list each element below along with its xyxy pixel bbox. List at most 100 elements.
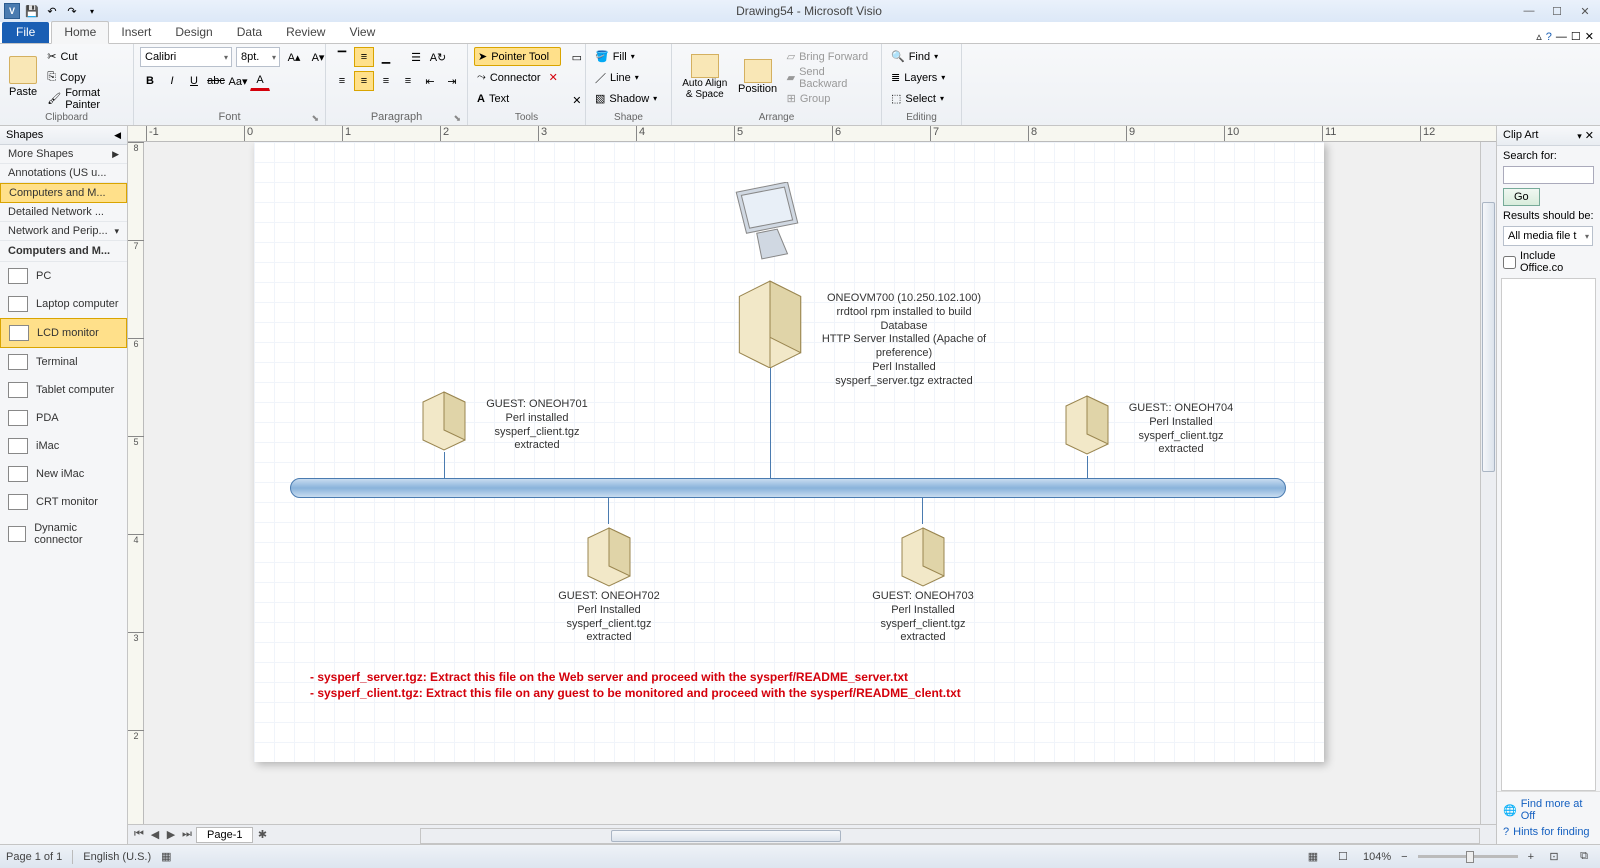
- rectangle-tool-icon[interactable]: ▭: [567, 47, 587, 67]
- canvas-viewport[interactable]: ONEOVM700 (10.250.102.100) rrdtool rpm i…: [144, 142, 1496, 824]
- font-color-icon[interactable]: A: [250, 71, 270, 91]
- stencil-detailed-network[interactable]: Detailed Network ...: [0, 203, 127, 222]
- shape-pc[interactable]: PC: [0, 262, 127, 290]
- undo-icon[interactable]: ↶: [44, 3, 60, 19]
- doc-min-icon[interactable]: —: [1556, 31, 1567, 43]
- shapes-collapse-icon[interactable]: ◀: [114, 130, 121, 141]
- underline-icon[interactable]: U: [184, 71, 204, 91]
- shape-imac[interactable]: iMac: [0, 432, 127, 460]
- shape-crt[interactable]: CRT monitor: [0, 488, 127, 516]
- paste-button[interactable]: Paste: [6, 47, 40, 107]
- align-top-icon[interactable]: ▔: [332, 47, 352, 67]
- find-button[interactable]: 🔍Find▾: [888, 47, 948, 66]
- fill-button[interactable]: 🪣Fill▾: [592, 47, 660, 66]
- media-types-combo[interactable]: All media file t: [1503, 226, 1593, 246]
- align-justify-icon[interactable]: ≡: [398, 71, 418, 91]
- guest3-text[interactable]: GUEST: ONEOH703Perl Installedsysperf_cli…: [858, 590, 988, 645]
- qat-dropdown-icon[interactable]: ▾: [84, 3, 100, 19]
- stencil-annotations[interactable]: Annotations (US u...: [0, 164, 127, 183]
- hscroll[interactable]: [420, 828, 1480, 844]
- server-main-shape[interactable]: [734, 276, 806, 368]
- zoom-thumb[interactable]: [1466, 851, 1474, 863]
- text-tool-button[interactable]: AText: [474, 89, 561, 108]
- align-left-icon[interactable]: ≡: [332, 71, 352, 91]
- strike-icon[interactable]: abc: [206, 71, 226, 91]
- minimize-icon[interactable]: —: [1518, 3, 1540, 19]
- vscroll[interactable]: [1480, 142, 1496, 824]
- shape-dyn-connector[interactable]: Dynamic connector: [0, 516, 127, 552]
- guest2-text[interactable]: GUEST: ONEOH702Perl Installedsysperf_cli…: [544, 590, 674, 645]
- doc-restore-icon[interactable]: ☐: [1571, 30, 1581, 43]
- hscroll-thumb[interactable]: [611, 830, 841, 842]
- drawing-page[interactable]: ONEOVM700 (10.250.102.100) rrdtool rpm i…: [254, 142, 1324, 762]
- guest4-text[interactable]: GUEST:: ONEOH704Perl Installedsysperf_cl…: [1116, 402, 1246, 457]
- guest2-shape[interactable]: [584, 524, 634, 588]
- bold-icon[interactable]: B: [140, 71, 160, 91]
- shape-terminal[interactable]: Terminal: [0, 348, 127, 376]
- align-bottom-icon[interactable]: ▁: [376, 47, 396, 67]
- server-main-text[interactable]: ONEOVM700 (10.250.102.100) rrdtool rpm i…: [814, 292, 994, 388]
- go-button[interactable]: Go: [1503, 188, 1540, 206]
- save-icon[interactable]: 💾: [24, 3, 40, 19]
- lcd-monitor-shape[interactable]: [726, 182, 808, 264]
- shape-tablet[interactable]: Tablet computer: [0, 376, 127, 404]
- stencil-network-periph[interactable]: Network and Perip...▾: [0, 222, 127, 241]
- shape-laptop[interactable]: Laptop computer: [0, 290, 127, 318]
- grow-font-icon[interactable]: A▴: [284, 47, 304, 67]
- conn-g3[interactable]: [922, 498, 923, 524]
- connector-tool-button[interactable]: ⤳Connector✕: [474, 68, 561, 87]
- guest4-shape[interactable]: [1062, 392, 1112, 456]
- doc-close-icon[interactable]: ✕: [1585, 30, 1594, 43]
- tab-data[interactable]: Data: [225, 22, 274, 43]
- more-shapes[interactable]: More Shapes▶: [0, 145, 127, 164]
- fit-page-icon[interactable]: ⊡: [1544, 847, 1564, 867]
- note-2[interactable]: - sysperf_client.tgz: Extract this file …: [310, 686, 961, 700]
- para-dialog-icon[interactable]: ⬊: [453, 113, 461, 124]
- last-page-icon[interactable]: ⏭: [180, 828, 194, 841]
- dec-indent-icon[interactable]: ⇤: [420, 71, 440, 91]
- italic-icon[interactable]: I: [162, 71, 182, 91]
- note-1[interactable]: - sysperf_server.tgz: Extract this file …: [310, 670, 908, 684]
- close-icon[interactable]: ✕: [1574, 3, 1596, 19]
- switch-window-icon[interactable]: ⧉: [1574, 847, 1594, 867]
- align-middle-icon[interactable]: ≡: [354, 47, 374, 67]
- stencil-computers[interactable]: Computers and M...: [0, 183, 127, 203]
- shrink-font-icon[interactable]: A▾: [308, 47, 328, 67]
- line-button[interactable]: ／Line▾: [592, 68, 660, 87]
- font-dialog-icon[interactable]: ⬊: [311, 113, 319, 124]
- zoom-slider[interactable]: [1418, 855, 1518, 858]
- select-button[interactable]: ⬚Select▾: [888, 89, 948, 108]
- send-backward-button[interactable]: ▰Send Backward: [784, 68, 875, 87]
- ribbon-min-icon[interactable]: ▵: [1536, 30, 1542, 43]
- conn-g2[interactable]: [608, 498, 609, 524]
- pointer-tool-button[interactable]: ➤Pointer Tool: [474, 47, 561, 66]
- guest1-text[interactable]: GUEST: ONEOH701Perl installedsysperf_cli…: [472, 398, 602, 453]
- tab-home[interactable]: Home: [51, 21, 109, 44]
- font-name-combo[interactable]: Calibri: [140, 47, 232, 67]
- case-icon[interactable]: Aa▾: [228, 71, 248, 91]
- search-input[interactable]: [1503, 166, 1594, 184]
- macro-icon[interactable]: ▦: [161, 850, 171, 863]
- first-page-icon[interactable]: ⏮: [132, 828, 146, 841]
- position-button[interactable]: Position: [736, 47, 780, 107]
- guest3-shape[interactable]: [898, 524, 948, 588]
- font-size-combo[interactable]: 8pt.: [236, 47, 280, 67]
- restore-icon[interactable]: ☐: [1546, 3, 1568, 19]
- clipart-close-icon[interactable]: ✕: [1585, 130, 1594, 142]
- group-button[interactable]: ⊞Group: [784, 89, 875, 108]
- align-center-icon[interactable]: ≡: [354, 71, 374, 91]
- help-icon[interactable]: ?: [1546, 31, 1552, 43]
- tab-review[interactable]: Review: [274, 22, 337, 43]
- guest1-shape[interactable]: [419, 388, 469, 452]
- view-normal-icon[interactable]: ▦: [1303, 847, 1323, 867]
- page-tab-1[interactable]: Page-1: [196, 827, 253, 843]
- shadow-button[interactable]: ▧Shadow▾: [592, 89, 660, 108]
- bullets-icon[interactable]: ☰: [406, 47, 426, 67]
- shape-pda[interactable]: PDA: [0, 404, 127, 432]
- align-right-icon[interactable]: ≡: [376, 71, 396, 91]
- tab-file[interactable]: File: [2, 22, 49, 43]
- shape-lcd-monitor[interactable]: LCD monitor: [0, 318, 127, 348]
- conn-main[interactable]: [770, 368, 771, 478]
- tab-insert[interactable]: Insert: [109, 22, 163, 43]
- include-office-check[interactable]: Include Office.co: [1503, 250, 1594, 274]
